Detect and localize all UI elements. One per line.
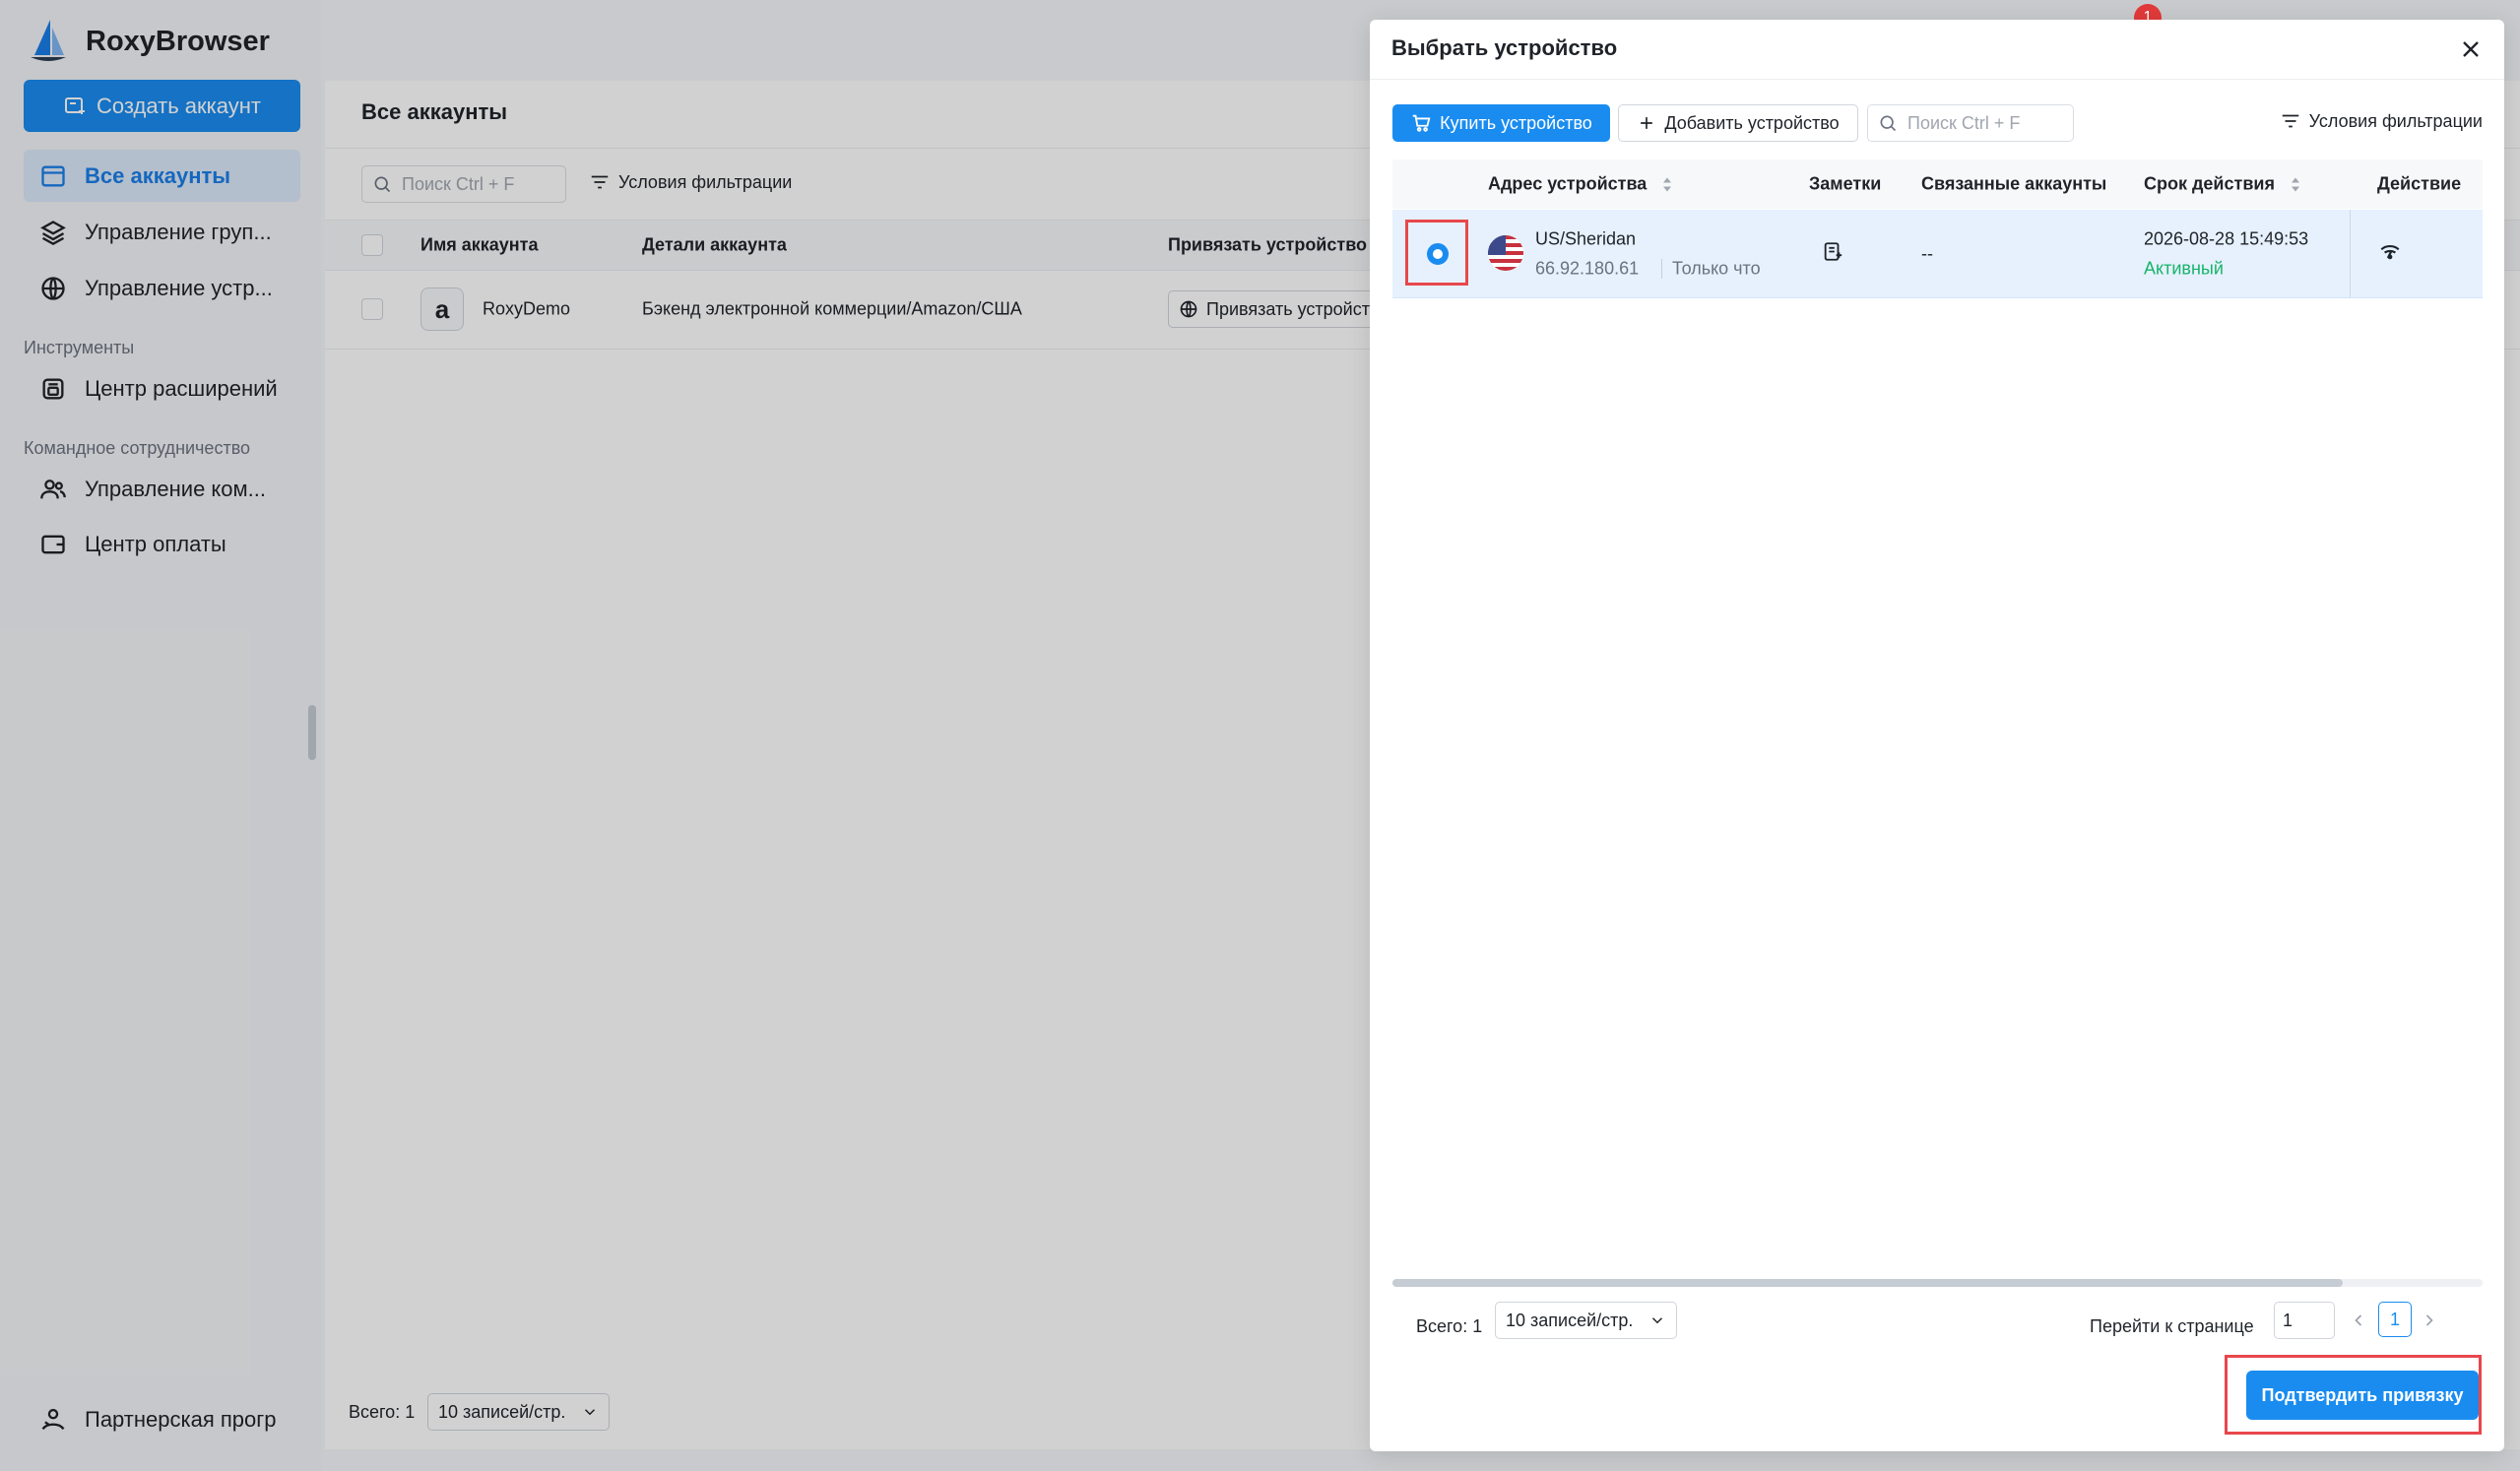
column-header-expiry[interactable]: Срок действия bbox=[2144, 174, 2301, 195]
us-flag-icon bbox=[1488, 235, 1523, 271]
status-badge: Активный bbox=[2144, 258, 2224, 279]
add-device-button[interactable]: Добавить устройство bbox=[1618, 104, 1858, 142]
close-icon[interactable] bbox=[2457, 35, 2485, 63]
device-search-input[interactable]: Поиск Ctrl + F bbox=[1867, 104, 2074, 142]
confirm-binding-button[interactable]: Подтвердить привязку bbox=[2246, 1371, 2479, 1420]
add-note-icon[interactable] bbox=[1822, 240, 1843, 267]
table-row[interactable]: US/Sheridan 66.92.180.61 Только что -- 2… bbox=[1392, 210, 2483, 298]
column-header-address-label: Адрес устройства bbox=[1488, 173, 1648, 194]
search-placeholder: Поиск Ctrl + F bbox=[1907, 112, 2021, 133]
dialog-title: Выбрать устройство bbox=[1391, 35, 1618, 60]
select-device-dialog: Выбрать устройство Купить устройство Доб… bbox=[1370, 20, 2504, 1451]
search-icon bbox=[1880, 115, 1897, 132]
chevron-right-icon[interactable] bbox=[2420, 1311, 2439, 1330]
device-location: US/Sheridan bbox=[1535, 228, 1637, 249]
check-connection-icon[interactable] bbox=[2377, 238, 2403, 269]
column-header-notes: Заметки bbox=[1809, 173, 1882, 194]
add-device-label: Добавить устройство bbox=[1664, 112, 1840, 133]
filter-label: Условия фильтрации bbox=[2308, 110, 2483, 131]
horizontal-scrollbar[interactable] bbox=[1392, 1279, 2483, 1287]
total-count: Всего: 1 bbox=[1416, 1316, 1483, 1336]
goto-page-label: Перейти к странице bbox=[2090, 1316, 2254, 1336]
linked-accounts-value: -- bbox=[1921, 243, 1933, 263]
cart-icon bbox=[1412, 114, 1431, 132]
sort-icon bbox=[2291, 177, 2299, 192]
chevron-down-icon bbox=[1652, 1317, 1663, 1324]
expiry-date: 2026-08-28 15:49:53 bbox=[2144, 228, 2309, 249]
page-size-select[interactable]: 10 записей/стр. bbox=[1495, 1302, 1678, 1339]
column-header-address[interactable]: Адрес устройства bbox=[1488, 174, 1673, 195]
device-radio[interactable] bbox=[1427, 243, 1449, 265]
filter-icon bbox=[2282, 114, 2298, 128]
column-header-action: Действие bbox=[2377, 173, 2462, 194]
divider bbox=[2350, 210, 2351, 297]
divider bbox=[1370, 79, 2504, 80]
device-checked-time: Только что bbox=[1672, 258, 1761, 279]
filter-conditions-button[interactable]: Условия фильтрации bbox=[2280, 110, 2483, 132]
column-header-linked-accounts: Связанные аккаунты bbox=[1921, 173, 2107, 194]
page-size-value: 10 записей/стр. bbox=[1506, 1310, 1634, 1330]
column-header-expiry-label: Срок действия bbox=[2144, 173, 2275, 194]
buy-device-button[interactable]: Купить устройство bbox=[1392, 104, 1610, 142]
page-number-current[interactable]: 1 bbox=[2378, 1302, 2412, 1337]
goto-page-input[interactable]: 1 bbox=[2274, 1302, 2335, 1339]
scrollbar-thumb[interactable] bbox=[1392, 1279, 2343, 1287]
buy-device-label: Купить устройство bbox=[1440, 112, 1592, 133]
chevron-left-icon[interactable] bbox=[2349, 1311, 2368, 1330]
devices-table-header: Адрес устройства Заметки Связанные аккау… bbox=[1392, 160, 2483, 209]
divider bbox=[1661, 259, 1662, 279]
plus-icon bbox=[1641, 117, 1653, 129]
device-ip: 66.92.180.61 bbox=[1535, 258, 1640, 279]
sort-icon bbox=[1663, 177, 1672, 192]
